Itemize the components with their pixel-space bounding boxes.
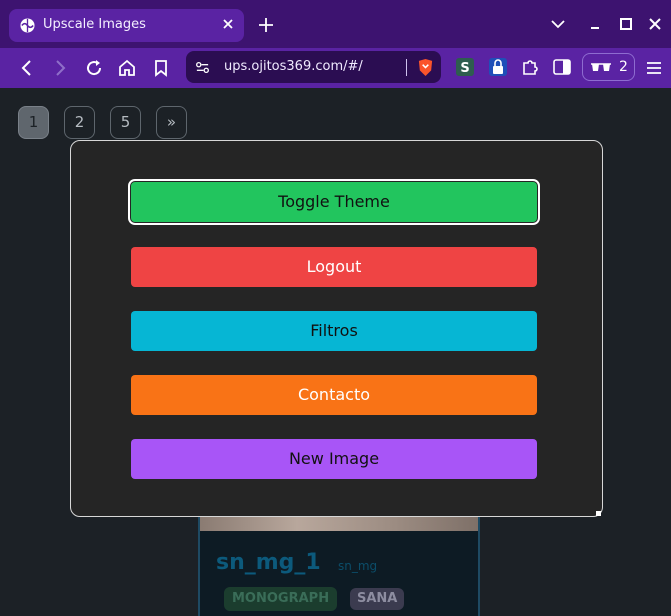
close-icon[interactable] (221, 17, 235, 31)
pagination-next-button[interactable]: » (156, 106, 187, 139)
resize-handle[interactable] (596, 511, 601, 516)
new-image-button[interactable]: New Image (131, 439, 537, 479)
sidebar-icon[interactable] (552, 57, 572, 77)
maximize-icon[interactable] (617, 15, 635, 33)
pagination-button[interactable]: 1 (18, 106, 49, 139)
brave-shield-icon[interactable] (417, 58, 434, 77)
pagination-button[interactable]: 5 (110, 106, 141, 139)
address-divider (406, 59, 407, 76)
extension-lock-icon[interactable] (488, 57, 508, 77)
site-settings-icon[interactable] (195, 60, 210, 75)
profile-button[interactable]: 2 (582, 53, 635, 81)
tab-strip: Upscale Images (0, 0, 671, 48)
toggle-theme-button[interactable]: Toggle Theme (128, 179, 540, 225)
card-subtitle: sn_mg (338, 559, 378, 573)
back-icon[interactable] (17, 58, 37, 78)
card-title: sn_mg_1 (216, 550, 321, 575)
tab-favicon-icon (20, 18, 35, 33)
contacto-button[interactable]: Contacto (131, 375, 537, 415)
plus-icon[interactable] (258, 17, 274, 33)
tag-badge: MONOGRAPH (224, 587, 338, 611)
profile-count: 2 (619, 59, 628, 75)
tab-title: Upscale Images (43, 17, 146, 32)
minimize-icon[interactable] (586, 15, 604, 33)
pagination-button[interactable]: 2 (64, 106, 95, 139)
chevron-down-icon[interactable] (549, 15, 567, 33)
bookmark-icon[interactable] (151, 58, 171, 78)
puzzle-icon[interactable] (520, 57, 540, 77)
tag-badge: SANA (350, 588, 405, 610)
image-card[interactable]: sn_mg_1 sn_mg MONOGRAPH SANA (198, 508, 480, 616)
browser-tab[interactable]: Upscale Images (9, 9, 244, 42)
home-icon[interactable] (117, 58, 137, 78)
browser-toolbar: ups.ojitos369.com/#/ S 2 (0, 48, 671, 88)
menu-modal: Toggle Theme Logout Filtros Contacto New… (70, 140, 603, 517)
extension-s-icon[interactable]: S (455, 57, 475, 77)
glasses-icon (591, 63, 611, 71)
menu-icon[interactable] (644, 58, 664, 78)
address-bar[interactable]: ups.ojitos369.com/#/ (186, 51, 441, 83)
logout-button[interactable]: Logout (131, 247, 537, 287)
address-text[interactable]: ups.ojitos369.com/#/ (224, 59, 363, 74)
svg-text:S: S (460, 61, 469, 76)
close-window-icon[interactable] (646, 15, 664, 33)
reload-icon[interactable] (84, 58, 104, 78)
forward-icon[interactable] (50, 58, 70, 78)
filtros-button[interactable]: Filtros (131, 311, 537, 351)
